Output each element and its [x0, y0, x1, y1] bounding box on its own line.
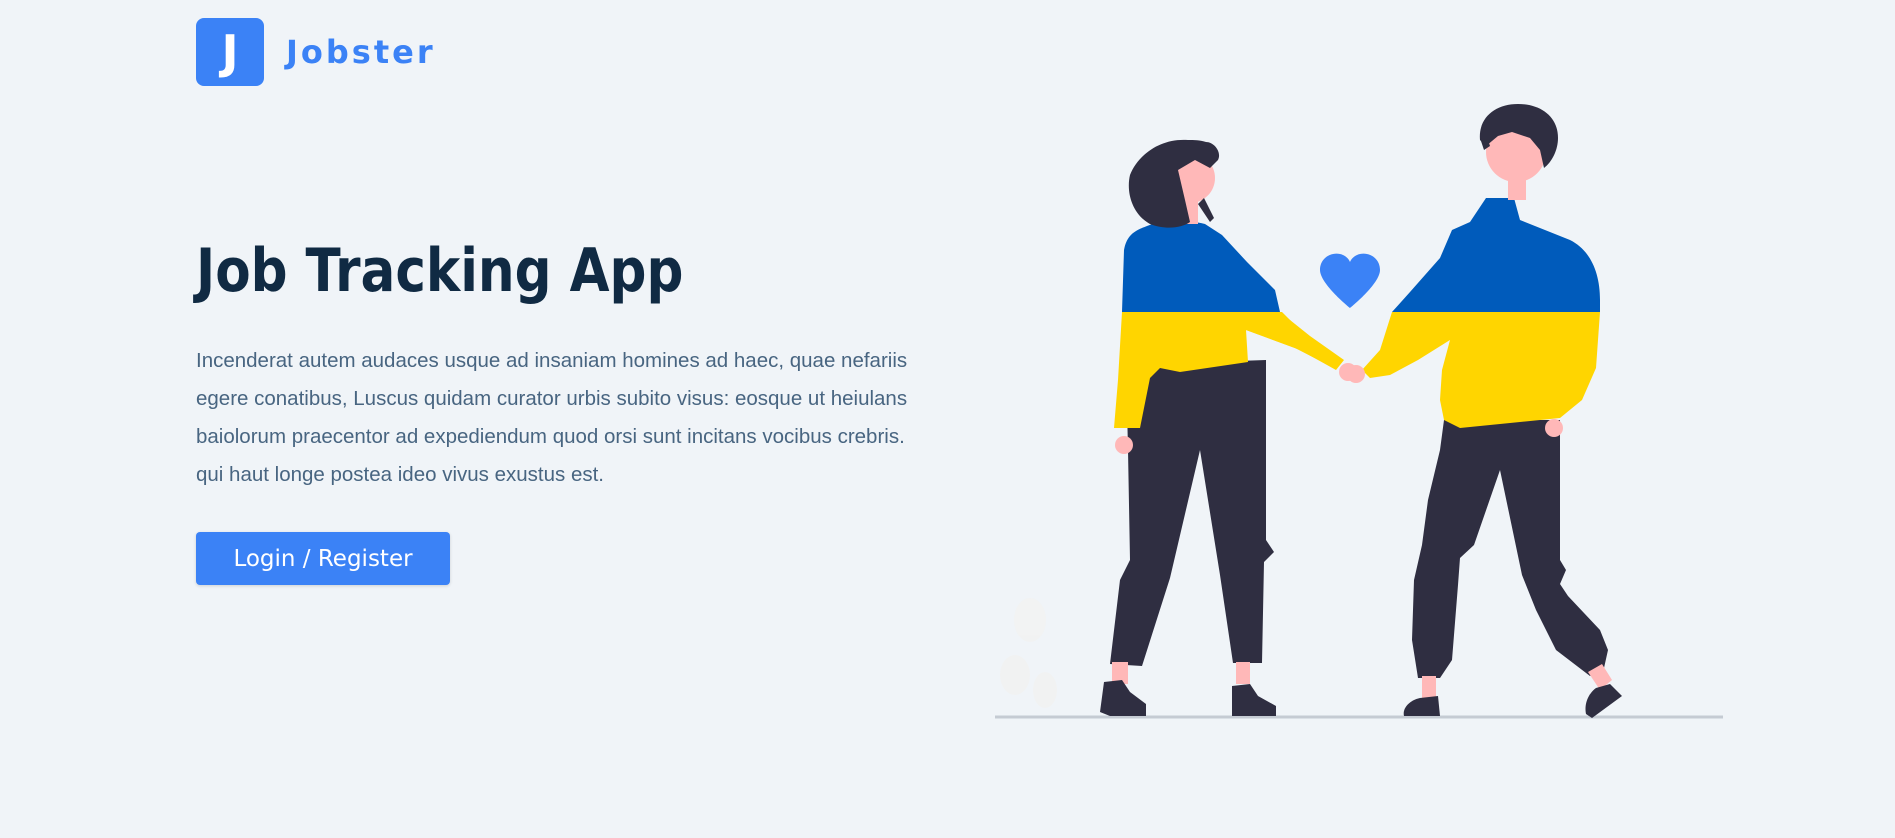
logo[interactable]: J Jobster	[196, 18, 436, 86]
couple-illustration	[995, 104, 1723, 719]
login-register-button[interactable]: Login / Register	[196, 532, 450, 585]
woman-figure	[1100, 139, 1357, 716]
logo-text: Jobster	[286, 33, 436, 71]
heart-icon	[1320, 253, 1380, 308]
hero-description: Incenderat autem audaces usque ad insani…	[196, 349, 908, 486]
page-title: Job Tracking App	[196, 236, 684, 306]
man-figure	[1347, 104, 1622, 718]
hero-section: Job Tracking App Incenderat autem audace…	[196, 238, 936, 585]
faint-plant	[1000, 598, 1057, 708]
logo-mark: J	[196, 18, 264, 86]
